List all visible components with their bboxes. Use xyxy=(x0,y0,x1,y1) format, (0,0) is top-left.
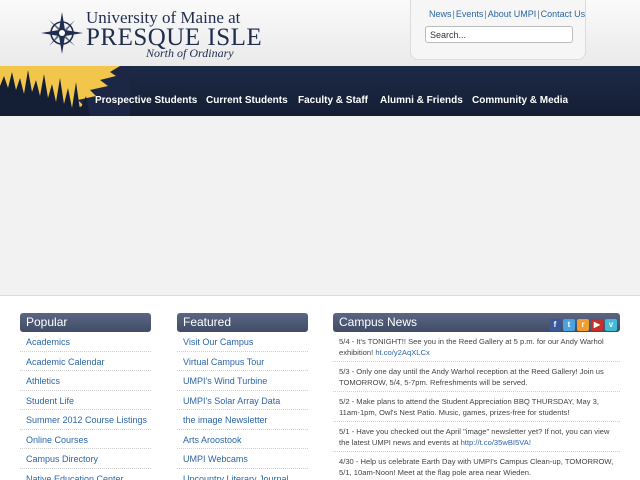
news-link[interactable]: http://t.co/35wBI5VA! xyxy=(461,438,531,447)
featured-list: Visit Our Campus Virtual Campus Tour UMP… xyxy=(177,332,308,480)
utility-box: News|Events|About UMPI|Contact Us xyxy=(410,0,586,60)
news-item: 5/1 - Have you checked out the April "im… xyxy=(333,422,620,452)
nav-community-media[interactable]: Community & Media xyxy=(472,95,568,106)
featured-link[interactable]: Visit Our Campus xyxy=(177,332,308,352)
logo-tagline: North of Ordinary xyxy=(146,46,234,60)
featured-link[interactable]: the image Newsletter xyxy=(177,410,308,430)
news-title: Campus News xyxy=(339,315,418,329)
news-text: 5/3 - Only one day until the Andy Warhol… xyxy=(339,367,604,387)
popular-list: Academics Academic Calendar Athletics St… xyxy=(20,332,151,480)
featured-link[interactable]: Virtual Campus Tour xyxy=(177,352,308,371)
vimeo-icon[interactable]: v xyxy=(605,319,617,331)
events-link[interactable]: Events xyxy=(456,9,484,19)
compass-rose-icon xyxy=(41,12,83,54)
featured-column: Featured Visit Our Campus Virtual Campus… xyxy=(177,313,308,480)
popular-link[interactable]: Academics xyxy=(20,332,151,352)
hero-banner xyxy=(0,116,640,296)
news-heading: Campus News f t r ▶ v xyxy=(333,313,620,332)
news-link[interactable]: ht.co/y2AqXLCx xyxy=(375,348,429,357)
main-content: Popular Academics Academic Calendar Athl… xyxy=(0,297,640,480)
search-input[interactable] xyxy=(425,26,573,43)
news-item: 5/2 - Make plans to attend the Student A… xyxy=(333,392,620,422)
news-list: 5/4 - It's TONIGHT!! See you in the Reed… xyxy=(333,332,620,480)
popular-link[interactable]: Summer 2012 Course Listings xyxy=(20,410,151,430)
news-item: 5/3 - Only one day until the Andy Warhol… xyxy=(333,362,620,392)
popular-link[interactable]: Online Courses xyxy=(20,430,151,449)
featured-link[interactable]: Arts Aroostook xyxy=(177,430,308,449)
popular-link[interactable]: Campus Directory xyxy=(20,449,151,469)
site-header: University of Maine at PRESQUE ISLE Nort… xyxy=(0,0,640,66)
popular-link[interactable]: Academic Calendar xyxy=(20,352,151,371)
about-link[interactable]: About UMPI xyxy=(488,9,537,19)
tree-silhouette-graphic xyxy=(0,66,130,116)
twitter-icon[interactable]: t xyxy=(563,319,575,331)
popular-link[interactable]: Student Life xyxy=(20,391,151,410)
news-text: 4/30 - Help us celebrate Earth Day with … xyxy=(339,457,614,477)
nav-current-students[interactable]: Current Students xyxy=(206,95,288,106)
news-column: Campus News f t r ▶ v 5/4 - It's TONIGHT!! S… xyxy=(333,313,620,480)
facebook-icon[interactable]: f xyxy=(549,319,561,331)
featured-heading: Featured xyxy=(177,313,308,332)
featured-link[interactable]: UMPI's Wind Turbine xyxy=(177,371,308,391)
main-nav: Prospective Students Current Students Fa… xyxy=(0,66,640,116)
rss-icon[interactable]: r xyxy=(577,319,589,331)
featured-link[interactable]: Upcountry Literary Journal xyxy=(177,469,308,480)
youtube-icon[interactable]: ▶ xyxy=(591,319,603,331)
nav-alumni-friends[interactable]: Alumni & Friends xyxy=(380,95,463,106)
contact-link[interactable]: Contact Us xyxy=(541,9,586,19)
featured-link[interactable]: UMPI Webcams xyxy=(177,449,308,469)
news-link[interactable]: News xyxy=(429,9,452,19)
nav-faculty-staff[interactable]: Faculty & Staff xyxy=(298,95,368,106)
utility-links: News|Events|About UMPI|Contact Us xyxy=(429,9,585,19)
popular-heading: Popular xyxy=(20,313,151,332)
popular-link[interactable]: Native Education Center xyxy=(20,469,151,480)
university-logo[interactable]: University of Maine at PRESQUE ISLE Nort… xyxy=(40,8,262,60)
news-item: 5/4 - It's TONIGHT!! See you in the Reed… xyxy=(333,332,620,362)
popular-column: Popular Academics Academic Calendar Athl… xyxy=(20,313,151,480)
news-item: 4/30 - Help us celebrate Earth Day with … xyxy=(333,452,620,480)
nav-prospective-students[interactable]: Prospective Students xyxy=(95,95,197,106)
social-icons: f t r ▶ v xyxy=(547,316,617,331)
featured-link[interactable]: UMPI's Solar Array Data xyxy=(177,391,308,410)
news-text: 5/2 - Make plans to attend the Student A… xyxy=(339,397,600,417)
popular-link[interactable]: Athletics xyxy=(20,371,151,391)
